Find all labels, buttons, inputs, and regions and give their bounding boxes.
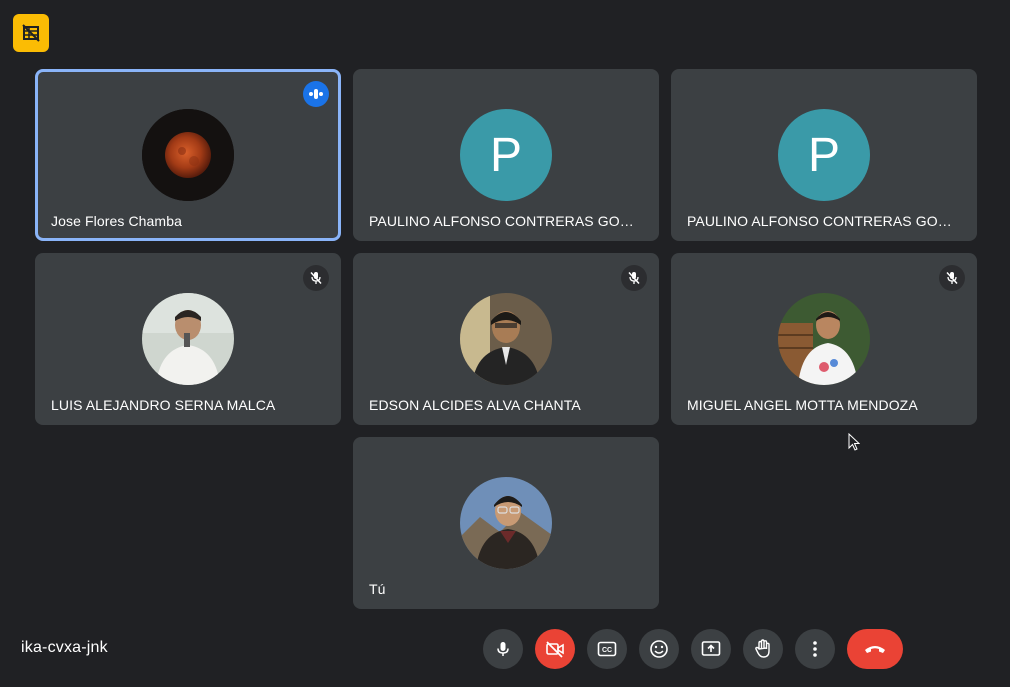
- participant-tile[interactable]: MIGUEL ANGEL MOTTA MENDOZA: [671, 253, 977, 425]
- hide-self-view-badge[interactable]: [13, 14, 49, 52]
- avatar: [460, 293, 552, 385]
- mic-off-icon: [628, 271, 640, 285]
- participant-tile[interactable]: LUIS ALEJANDRO SERNA MALCA: [35, 253, 341, 425]
- audio-level-icon: [309, 89, 323, 99]
- more-options-icon: [813, 641, 817, 657]
- person-photo-image: [778, 293, 870, 385]
- person-photo-image: [460, 293, 552, 385]
- avatar: P: [778, 109, 870, 201]
- participant-name: EDSON ALCIDES ALVA CHANTA: [369, 397, 581, 413]
- end-call-icon: [865, 646, 885, 653]
- microphone-button[interactable]: [483, 629, 523, 669]
- raise-hand-button[interactable]: [743, 629, 783, 669]
- emoji-reactions-button[interactable]: [639, 629, 679, 669]
- participant-tile[interactable]: Jose Flores Chamba: [35, 69, 341, 241]
- participant-name: MIGUEL ANGEL MOTTA MENDOZA: [687, 397, 918, 413]
- blood-moon-image: [142, 109, 234, 201]
- participant-tile[interactable]: P PAULINO ALFONSO CONTRERAS GOM...: [671, 69, 977, 241]
- avatar: [460, 477, 552, 569]
- more-options-button[interactable]: [795, 629, 835, 669]
- meeting-code: ika-cvxa-jnk: [21, 639, 108, 656]
- avatar: P: [460, 109, 552, 201]
- camera-toggle-button[interactable]: [535, 629, 575, 669]
- participant-name: Jose Flores Chamba: [51, 213, 182, 229]
- raise-hand-icon: [755, 639, 770, 658]
- participant-tile[interactable]: P PAULINO ALFONSO CONTRERAS GOM...: [353, 69, 659, 241]
- captions-icon: CC: [597, 641, 617, 657]
- muted-indicator: [621, 265, 647, 291]
- control-bar: CC: [483, 629, 903, 669]
- muted-indicator: [939, 265, 965, 291]
- participant-name: PAULINO ALFONSO CONTRERAS GOM...: [369, 213, 643, 229]
- avatar: [142, 109, 234, 201]
- svg-text:CC: CC: [602, 647, 612, 654]
- participant-tile[interactable]: EDSON ALCIDES ALVA CHANTA: [353, 253, 659, 425]
- avatar: [778, 293, 870, 385]
- participant-name: Tú: [369, 581, 386, 597]
- mouse-cursor: [848, 432, 861, 456]
- mic-off-icon: [946, 271, 958, 285]
- participant-tile-self[interactable]: Tú: [353, 437, 659, 609]
- participant-name: PAULINO ALFONSO CONTRERAS GOM...: [687, 213, 961, 229]
- present-screen-button[interactable]: [691, 629, 731, 669]
- leave-call-button[interactable]: [847, 629, 903, 669]
- person-photo-image: [460, 477, 552, 569]
- participant-name: LUIS ALEJANDRO SERNA MALCA: [51, 397, 276, 413]
- avatar: [142, 293, 234, 385]
- present-screen-icon: [701, 641, 721, 656]
- mic-off-icon: [310, 271, 322, 285]
- muted-indicator: [303, 265, 329, 291]
- camera-off-icon: [546, 641, 564, 658]
- person-photo-image: [142, 293, 234, 385]
- camera-grid-off-icon: [22, 24, 40, 42]
- captions-button[interactable]: CC: [587, 629, 627, 669]
- microphone-icon: [497, 642, 509, 656]
- emoji-icon: [650, 640, 668, 658]
- speaking-indicator: [303, 81, 329, 107]
- cursor-arrow-icon: [848, 432, 861, 451]
